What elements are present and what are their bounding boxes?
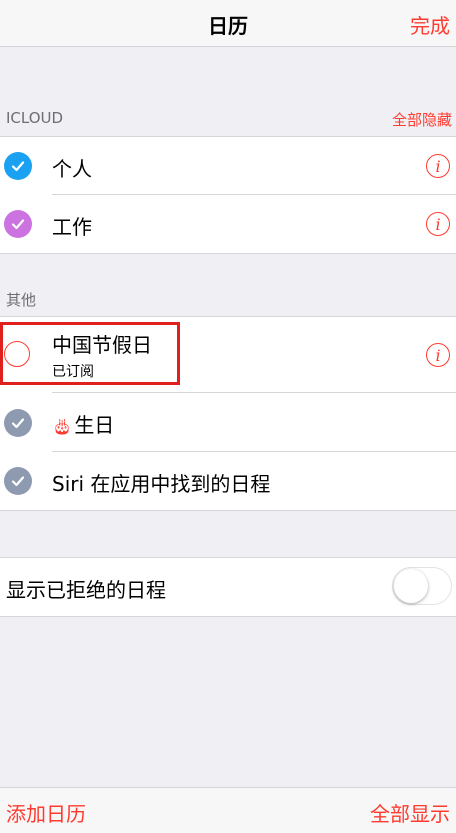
bottom-toolbar: 添加日历 全部显示: [0, 787, 456, 833]
page-title: 日历: [208, 14, 248, 38]
calendar-row-siri[interactable]: Siri 在应用中找到的日程: [0, 452, 456, 510]
calendar-row-work[interactable]: 工作 i: [0, 195, 456, 253]
section-header-icloud: ICLOUD: [6, 109, 64, 127]
declined-events-label: 显示已拒绝的日程: [6, 578, 166, 602]
info-icon[interactable]: i: [426, 212, 450, 236]
checkmark-icon[interactable]: [4, 152, 32, 180]
hide-all-button[interactable]: 全部隐藏: [392, 109, 452, 130]
info-icon[interactable]: i: [426, 154, 450, 178]
calendar-label: 工作: [52, 215, 92, 239]
add-calendar-button[interactable]: 添加日历: [6, 798, 86, 827]
calendar-label: 个人: [52, 157, 92, 181]
calendar-label: Siri 在应用中找到的日程: [52, 472, 271, 496]
checkmark-icon[interactable]: [4, 409, 32, 437]
calendar-row-birthdays[interactable]: 🎂︎ 生日: [0, 393, 456, 452]
section-header-other: 其他: [6, 291, 37, 309]
highlight-box: [0, 322, 180, 385]
icloud-calendar-group: 个人 i 工作 i: [0, 136, 456, 254]
toggle-knob[interactable]: [394, 569, 428, 603]
declined-events-row: 显示已拒绝的日程: [0, 557, 456, 617]
navigation-bar: 日历 完成: [0, 0, 456, 47]
checkmark-icon[interactable]: [4, 210, 32, 238]
checkmark-icon[interactable]: [4, 467, 32, 495]
show-all-button[interactable]: 全部显示: [370, 798, 450, 827]
info-icon[interactable]: i: [426, 343, 450, 367]
birthday-icon: 🎂︎: [52, 417, 73, 436]
calendar-row-personal[interactable]: 个人 i: [0, 137, 456, 195]
done-button[interactable]: 完成: [410, 10, 450, 39]
birthday-label-wrap: 🎂︎ 生日: [52, 409, 114, 438]
declined-events-toggle[interactable]: [392, 567, 452, 605]
calendar-label: 生日: [74, 413, 115, 437]
